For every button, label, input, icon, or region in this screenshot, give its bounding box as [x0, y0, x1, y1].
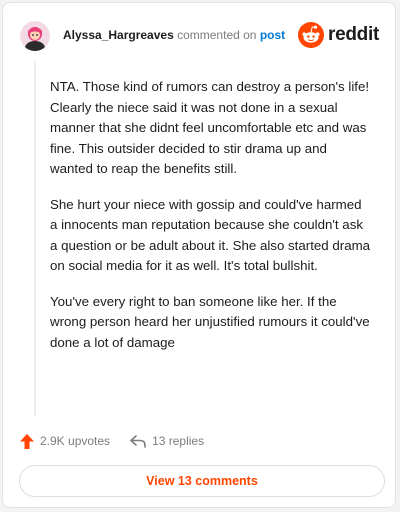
comment-paragraph: You've every right to ban someone like h…: [50, 293, 370, 350]
comment-body: NTA. Those kind of rumors can destroy a …: [50, 77, 372, 368]
post-link[interactable]: post: [260, 28, 285, 42]
comment-byline: Alyssa_Hargreaves commented on post: [63, 27, 285, 43]
upvote-arrow-icon: [20, 433, 34, 449]
view-comments-button[interactable]: View 13 comments: [19, 465, 385, 497]
reddit-brand[interactable]: reddit: [298, 21, 379, 49]
reply-arrow-icon: [130, 434, 146, 448]
reply-button[interactable]: 13 replies: [130, 434, 204, 448]
upvote-button[interactable]: 2.9K upvotes: [20, 433, 111, 449]
upvote-count: 2.9K upvotes: [40, 434, 111, 448]
comment-paragraph: NTA. Those kind of rumors can destroy a …: [50, 79, 370, 176]
reddit-wordmark: reddit: [328, 24, 379, 45]
comment-card: Alyssa_Hargreaves commented on post redd…: [2, 2, 396, 508]
comment-actions: 2.9K upvotes 13 replies: [20, 431, 224, 451]
user-avatar[interactable]: [20, 21, 50, 51]
reply-count: 13 replies: [152, 434, 205, 448]
byline-verb: commented on: [177, 28, 257, 42]
reddit-logo-icon: [298, 22, 325, 48]
comment-header: Alyssa_Hargreaves commented on post redd…: [20, 21, 379, 51]
comment-paragraph: She hurt your niece with gossip and coul…: [50, 196, 371, 274]
thread-line[interactable]: [34, 61, 36, 416]
username[interactable]: Alyssa_Hargreaves: [63, 28, 174, 42]
